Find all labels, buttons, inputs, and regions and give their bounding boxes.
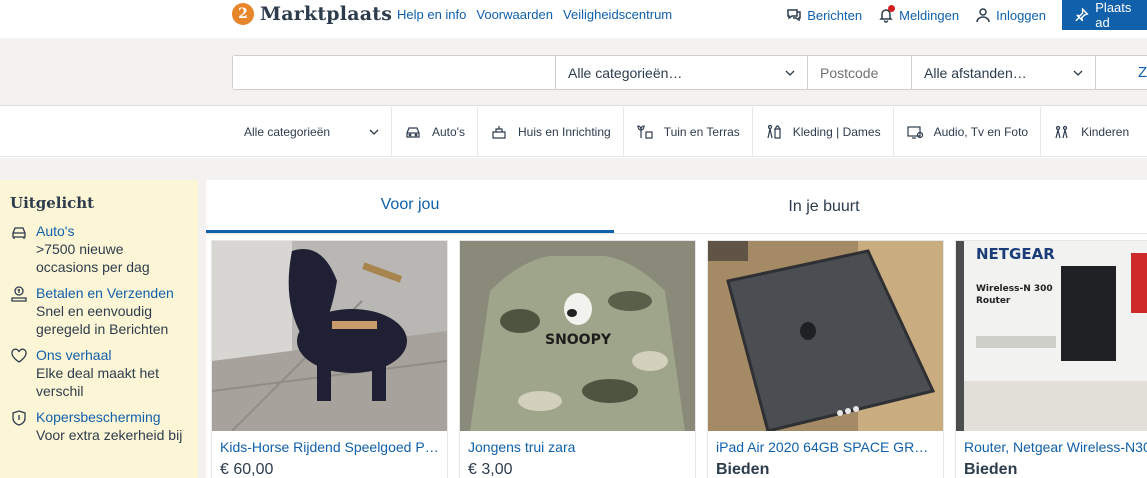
category-audio-tv[interactable]: Audio, Tv en Foto xyxy=(894,107,1042,157)
listing-grid: Kids-Horse Rijdend Speelgoed Paard € 60,… xyxy=(212,241,1147,478)
top-header: 2 Marktplaats Help en info Voorwaarden V… xyxy=(0,0,1147,38)
car-icon xyxy=(406,127,420,138)
distance-select-value: Alle afstanden… xyxy=(924,64,1027,81)
router-type-text: Router xyxy=(976,296,1011,306)
category-select[interactable]: Alle categorieën… xyxy=(555,56,807,89)
category-kids-label: Kinderen xyxy=(1081,125,1130,139)
feature-story-text: Elke deal maakt het verschil xyxy=(36,365,159,399)
tab-nearby[interactable]: In je buurt xyxy=(614,180,1034,233)
listing-image-ipad[interactable] xyxy=(708,241,943,431)
login-button[interactable]: Inloggen xyxy=(975,7,1046,23)
listing-card[interactable]: SNOOPY Jongens trui zara € 3,00 xyxy=(460,241,695,478)
place-ad-label: Plaats ad xyxy=(1095,0,1132,30)
router-model-text: Wireless-N 300 xyxy=(976,284,1053,294)
chevron-down-icon xyxy=(1073,70,1083,76)
listing-card[interactable]: Kids-Horse Rijdend Speelgoed Paard € 60,… xyxy=(212,241,447,478)
category-clothing-women-label: Kleding | Dames xyxy=(792,125,881,139)
user-nav: Berichten Meldingen Inloggen Plaats ad xyxy=(786,0,1147,30)
clothing-icon xyxy=(767,124,781,139)
postcode-input[interactable]: Postcode xyxy=(807,56,911,89)
sidebar-title: Uitgelicht xyxy=(10,194,95,212)
feature-payment-link[interactable]: Betalen en Verzenden xyxy=(36,284,188,302)
feature-cars-text: >7500 nieuwe occasions per dag xyxy=(36,241,150,275)
router-brand-text: NETGEAR xyxy=(976,245,1055,263)
login-label: Inloggen xyxy=(996,7,1046,23)
logo-text: Marktplaats xyxy=(260,3,393,25)
terms-link[interactable]: Voorwaarden xyxy=(476,7,553,22)
category-clothing-women[interactable]: Kleding | Dames xyxy=(753,107,894,157)
featured-sidebar: Uitgelicht Auto's >7500 nieuwe occasions… xyxy=(0,180,198,478)
feature-story-link[interactable]: Ons verhaal xyxy=(36,346,188,364)
category-house[interactable]: Huis en Inrichting xyxy=(478,107,624,157)
safety-center-link[interactable]: Veiligheidscentrum xyxy=(563,7,672,22)
postcode-placeholder: Postcode xyxy=(820,64,879,81)
search-band: Alle categorieën… Postcode Alle afstande… xyxy=(0,38,1147,106)
shield-icon xyxy=(12,410,26,426)
messages-button[interactable]: Berichten xyxy=(786,7,862,23)
all-categories-dropdown[interactable]: Alle categorieën xyxy=(232,107,392,157)
kids-icon xyxy=(1055,125,1068,139)
listing-price: € 3,00 xyxy=(468,461,513,478)
category-audio-tv-label: Audio, Tv en Foto xyxy=(933,125,1029,139)
feature-payment: Betalen en Verzenden Snel en eenvoudig g… xyxy=(10,284,188,338)
listing-price: Bieden xyxy=(964,461,1018,478)
chat-icon xyxy=(787,9,801,22)
listing-price: € 60,00 xyxy=(220,461,274,478)
listing-image-caption: SNOOPY xyxy=(545,332,612,348)
listing-card[interactable]: NETGEAR Wireless-N 300 Router Router, Ne… xyxy=(956,241,1147,478)
house-icon xyxy=(492,126,506,139)
listing-title[interactable]: Jongens trui zara xyxy=(460,437,695,457)
category-cars[interactable]: Auto's xyxy=(392,107,478,157)
chevron-down-icon xyxy=(785,70,795,76)
feature-buyer-protection-link[interactable]: Kopersbescherming xyxy=(36,408,182,426)
user-icon xyxy=(976,8,990,23)
marktplaats-logo[interactable]: 2 Marktplaats xyxy=(232,3,392,25)
category-house-label: Huis en Inrichting xyxy=(517,125,611,139)
listing-image-horse[interactable] xyxy=(212,241,447,431)
heart-icon xyxy=(11,348,27,363)
feature-payment-text: Snel en eenvoudig geregeld in Berichten xyxy=(36,303,169,337)
listing-title[interactable]: Router, Netgear Wireless-N300 xyxy=(956,437,1147,457)
feature-buyer-protection: Kopersbescherming Voor extra zekerheid b… xyxy=(10,408,188,444)
payment-icon xyxy=(11,286,27,302)
category-garden-label: Tuin en Terras xyxy=(663,125,740,139)
notifications-button[interactable]: Meldingen xyxy=(878,5,960,23)
feature-cars: Auto's >7500 nieuwe occasions per dag xyxy=(10,222,188,276)
category-bar: Alle categorieën Auto's Huis en Inrichti… xyxy=(0,107,1147,157)
car-icon xyxy=(12,227,26,239)
search-input[interactable] xyxy=(233,56,555,89)
search-button[interactable]: Ze xyxy=(1095,56,1147,89)
feed: Voor jou In je buurt Kids-Horse Rijdend … xyxy=(206,180,1147,478)
place-ad-button[interactable]: Plaats ad xyxy=(1062,0,1147,30)
messages-label: Berichten xyxy=(807,7,863,23)
logo-mark: 2 xyxy=(232,3,254,25)
listing-image-router[interactable]: NETGEAR Wireless-N 300 Router xyxy=(956,241,1147,431)
feature-buyer-protection-text: Voor extra zekerheid bij xyxy=(36,427,183,443)
category-kids[interactable]: Kinderen xyxy=(1041,107,1141,157)
tab-for-you[interactable]: Voor jou xyxy=(206,180,614,233)
listing-price: Bieden xyxy=(716,461,770,478)
help-link[interactable]: Help en info xyxy=(397,7,466,22)
search-bar: Alle categorieën… Postcode Alle afstande… xyxy=(232,55,1147,90)
tv-icon xyxy=(906,126,923,139)
category-garden[interactable]: Tuin en Terras xyxy=(624,107,753,157)
feed-tabs: Voor jou In je buurt xyxy=(206,180,1147,234)
listing-card[interactable]: iPad Air 2020 64GB SPACE GREY ... Bieden xyxy=(708,241,943,478)
top-links: Help en info Voorwaarden Veiligheidscent… xyxy=(397,7,672,22)
all-categories-label: Alle categorieën xyxy=(244,125,331,139)
notifications-label: Meldingen xyxy=(899,7,960,23)
feature-story: Ons verhaal Elke deal maakt het verschil xyxy=(10,346,188,400)
category-cars-label: Auto's xyxy=(432,125,465,139)
garden-icon xyxy=(637,125,653,139)
feature-cars-link[interactable]: Auto's xyxy=(36,222,188,240)
pin-icon xyxy=(1075,7,1089,22)
listing-title[interactable]: iPad Air 2020 64GB SPACE GREY ... xyxy=(708,437,943,457)
listing-image-hoodie[interactable]: SNOOPY xyxy=(460,241,695,431)
distance-select[interactable]: Alle afstanden… xyxy=(911,56,1095,89)
listing-title[interactable]: Kids-Horse Rijdend Speelgoed Paard xyxy=(212,437,447,457)
search-button-label: Ze xyxy=(1138,64,1147,81)
chevron-down-icon xyxy=(369,129,379,135)
category-select-value: Alle categorieën… xyxy=(568,64,683,81)
